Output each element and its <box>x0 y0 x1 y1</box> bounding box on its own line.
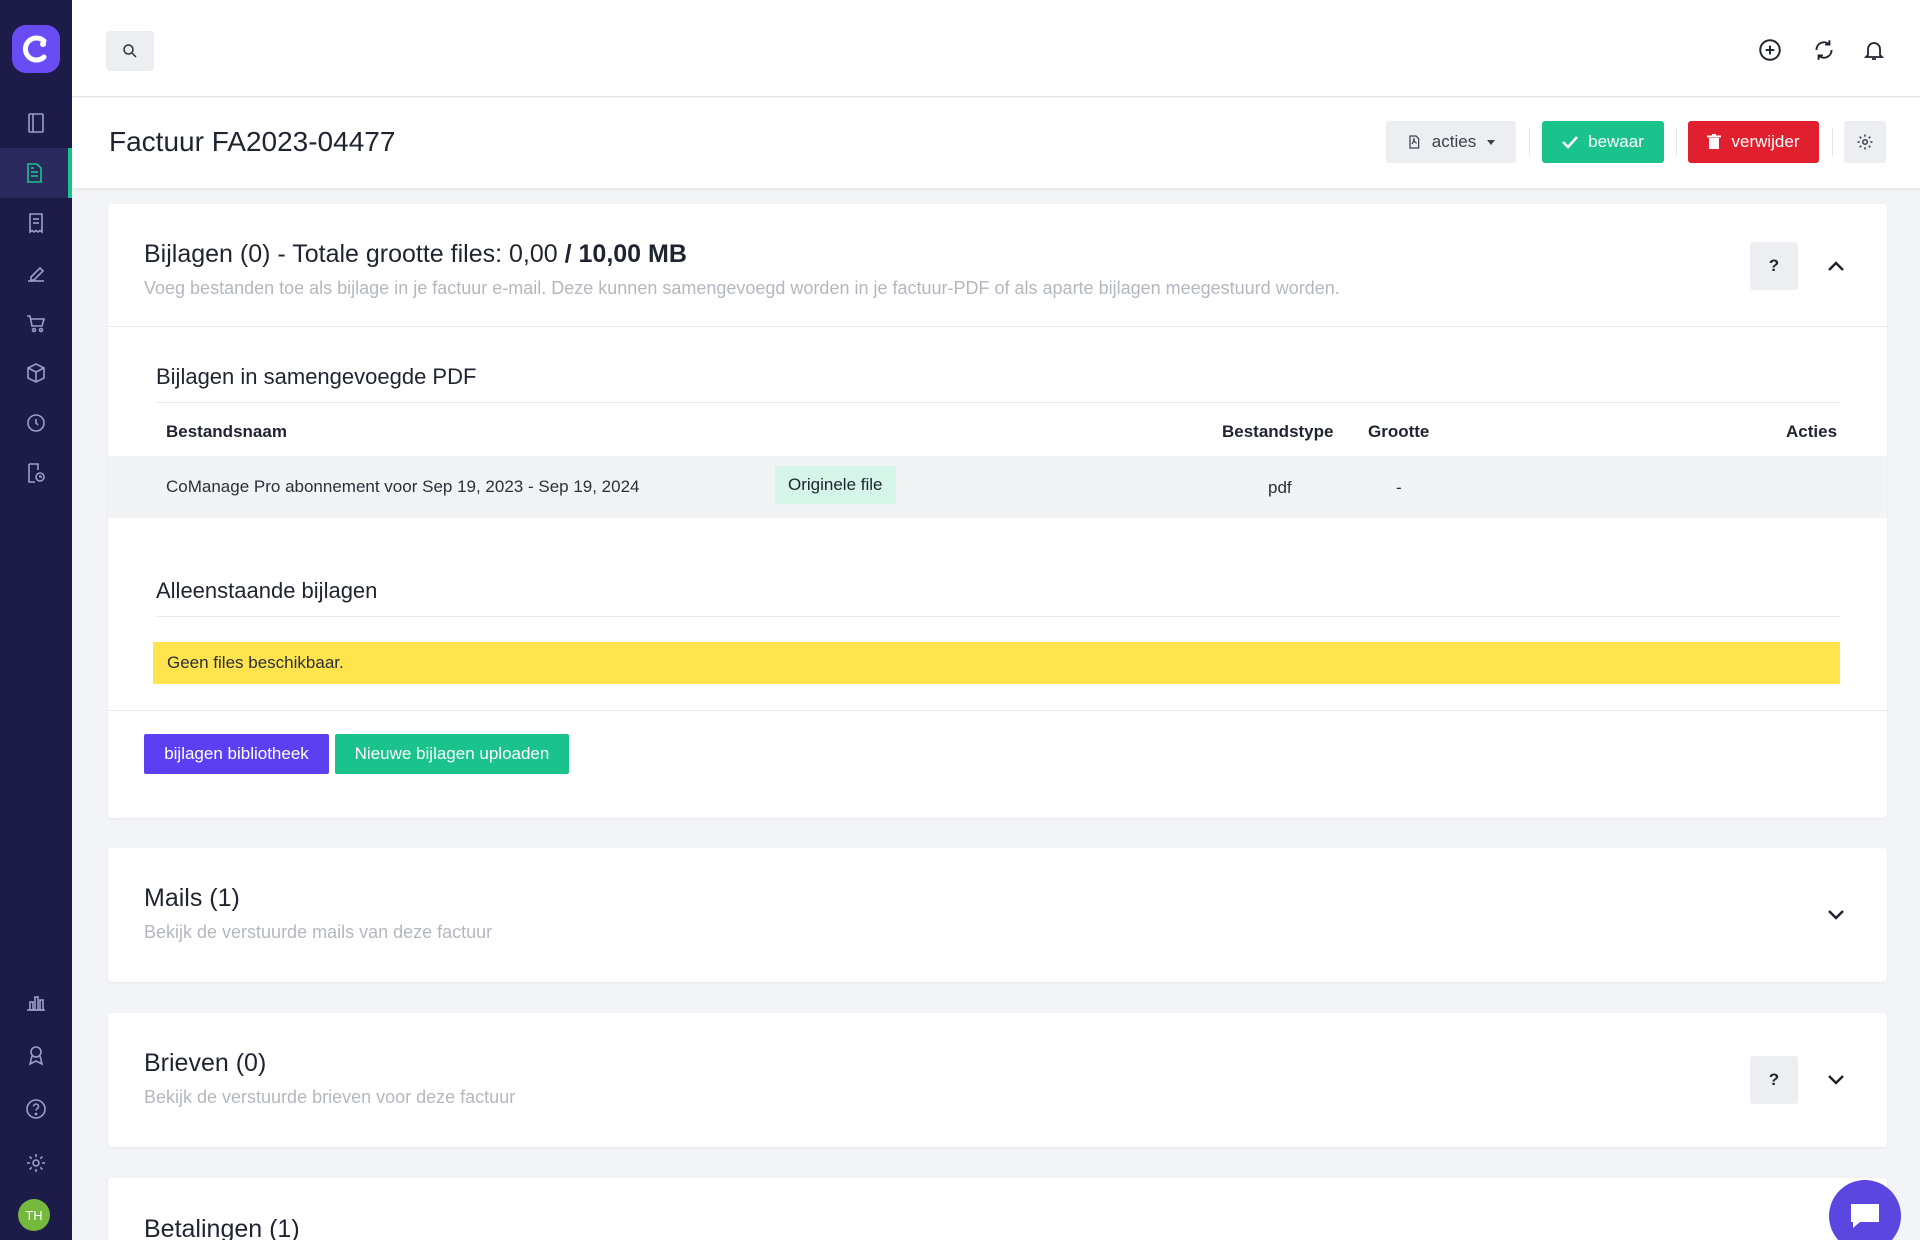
add-icon[interactable] <box>1756 36 1784 64</box>
column-header-actions: Acties <box>1786 422 1838 441</box>
logo-icon <box>23 35 47 63</box>
column-header-size: Grootte <box>1368 422 1430 441</box>
letters-title: Brieven (0) <box>144 1049 267 1077</box>
original-file-badge: Originele file <box>775 466 896 504</box>
nav-cart-icon[interactable] <box>0 298 72 348</box>
card-divider <box>108 326 1887 327</box>
acties-dropdown-button[interactable]: acties <box>1386 121 1516 163</box>
nav-invoice-icon[interactable] <box>0 148 72 198</box>
sidebar: TH <box>0 0 72 1240</box>
collapse-chevron-up-icon[interactable] <box>1824 254 1848 278</box>
section-divider <box>156 616 1840 617</box>
title-bar: Factuur FA2023-04477 acties bewaar verwi… <box>72 98 1920 188</box>
letters-help-button[interactable]: ? <box>1750 1056 1798 1104</box>
search-icon <box>123 44 137 58</box>
chat-icon <box>1851 1204 1879 1228</box>
mails-subtitle: Bekijk de verstuurde mails van deze fact… <box>144 922 493 942</box>
attachment-filename: CoManage Pro abonnement voor Sep 19, 202… <box>166 477 640 496</box>
gear-icon <box>1857 134 1873 150</box>
check-icon <box>1562 136 1579 149</box>
attachments-card: Bijlagen (0) - Totale grootte files: 0,0… <box>108 204 1887 818</box>
save-button[interactable]: bewaar <box>1542 121 1664 163</box>
merged-pdf-title: Bijlagen in samengevoegde PDF <box>156 364 477 389</box>
toolbar-divider <box>1676 128 1677 156</box>
attachments-title-text: Bijlagen (0) - Totale grootte files: 0,0… <box>144 240 558 268</box>
chat-support-button[interactable] <box>1829 1180 1901 1240</box>
toolbar-divider <box>1832 128 1833 156</box>
standalone-attachments-title: Alleenstaande bijlagen <box>156 578 378 603</box>
save-label: bewaar <box>1588 132 1644 151</box>
page-title: Factuur FA2023-04477 <box>109 126 396 157</box>
nav-book-icon[interactable] <box>0 98 72 148</box>
nav-chart-icon[interactable] <box>0 977 72 1027</box>
payments-title: Betalingen (1) <box>144 1215 300 1240</box>
attachments-title: Bijlagen (0) - Totale grootte files: 0,0… <box>144 240 687 269</box>
trash-icon <box>1707 134 1722 149</box>
attachments-help-button[interactable]: ? <box>1750 242 1798 290</box>
upload-attachments-button[interactable]: Nieuwe bijlagen uploaden <box>335 734 569 774</box>
section-divider <box>156 402 1840 403</box>
top-bar <box>72 0 1920 97</box>
column-header-filetype: Bestandstype <box>1222 422 1334 441</box>
settings-button[interactable] <box>1844 121 1886 163</box>
card-divider <box>108 710 1887 711</box>
delete-label: verwijder <box>1731 132 1800 151</box>
toolbar-divider <box>1529 128 1530 156</box>
nav-box-icon[interactable] <box>0 348 72 398</box>
expand-chevron-down-icon[interactable] <box>1824 903 1848 927</box>
acties-label: acties <box>1431 132 1477 151</box>
attachment-size: - <box>1396 478 1402 497</box>
nav-receipt-icon[interactable] <box>0 198 72 248</box>
attachments-max-size: / 10,00 MB <box>564 240 687 268</box>
app-logo[interactable] <box>12 25 60 73</box>
letters-card[interactable]: Brieven (0) Bekijk de verstuurde brieven… <box>108 1013 1887 1147</box>
attachment-filetype: pdf <box>1268 478 1292 497</box>
nav-settings-icon[interactable] <box>0 1138 72 1188</box>
nav-edit-icon[interactable] <box>0 248 72 298</box>
empty-files-alert: Geen files beschikbaar. <box>153 642 1840 684</box>
delete-button[interactable]: verwijder <box>1688 121 1819 163</box>
nav-report-icon[interactable] <box>0 448 72 498</box>
notification-bell-icon[interactable] <box>1860 36 1888 64</box>
column-header-filename: Bestandsnaam <box>166 422 287 441</box>
search-button[interactable] <box>106 31 154 71</box>
caret-down-icon <box>1487 140 1496 145</box>
refresh-icon[interactable] <box>1810 36 1838 64</box>
mails-title: Mails (1) <box>144 884 240 912</box>
pdf-file-icon <box>1409 135 1420 149</box>
attachments-subtitle: Voeg bestanden toe als bijlage in je fac… <box>144 278 1340 298</box>
mails-card[interactable]: Mails (1) Bekijk de verstuurde mails van… <box>108 848 1887 982</box>
nav-help-icon[interactable] <box>0 1084 72 1134</box>
nav-badge-icon[interactable] <box>0 1030 72 1080</box>
expand-chevron-down-icon[interactable] <box>1824 1068 1848 1092</box>
letters-subtitle: Bekijk de verstuurde brieven voor deze f… <box>144 1087 516 1107</box>
user-avatar[interactable]: TH <box>18 1199 50 1231</box>
nav-clock-icon[interactable] <box>0 398 72 448</box>
attachments-library-button[interactable]: bijlagen bibliotheek <box>144 734 329 774</box>
payments-card[interactable]: Betalingen (1) <box>108 1178 1887 1240</box>
